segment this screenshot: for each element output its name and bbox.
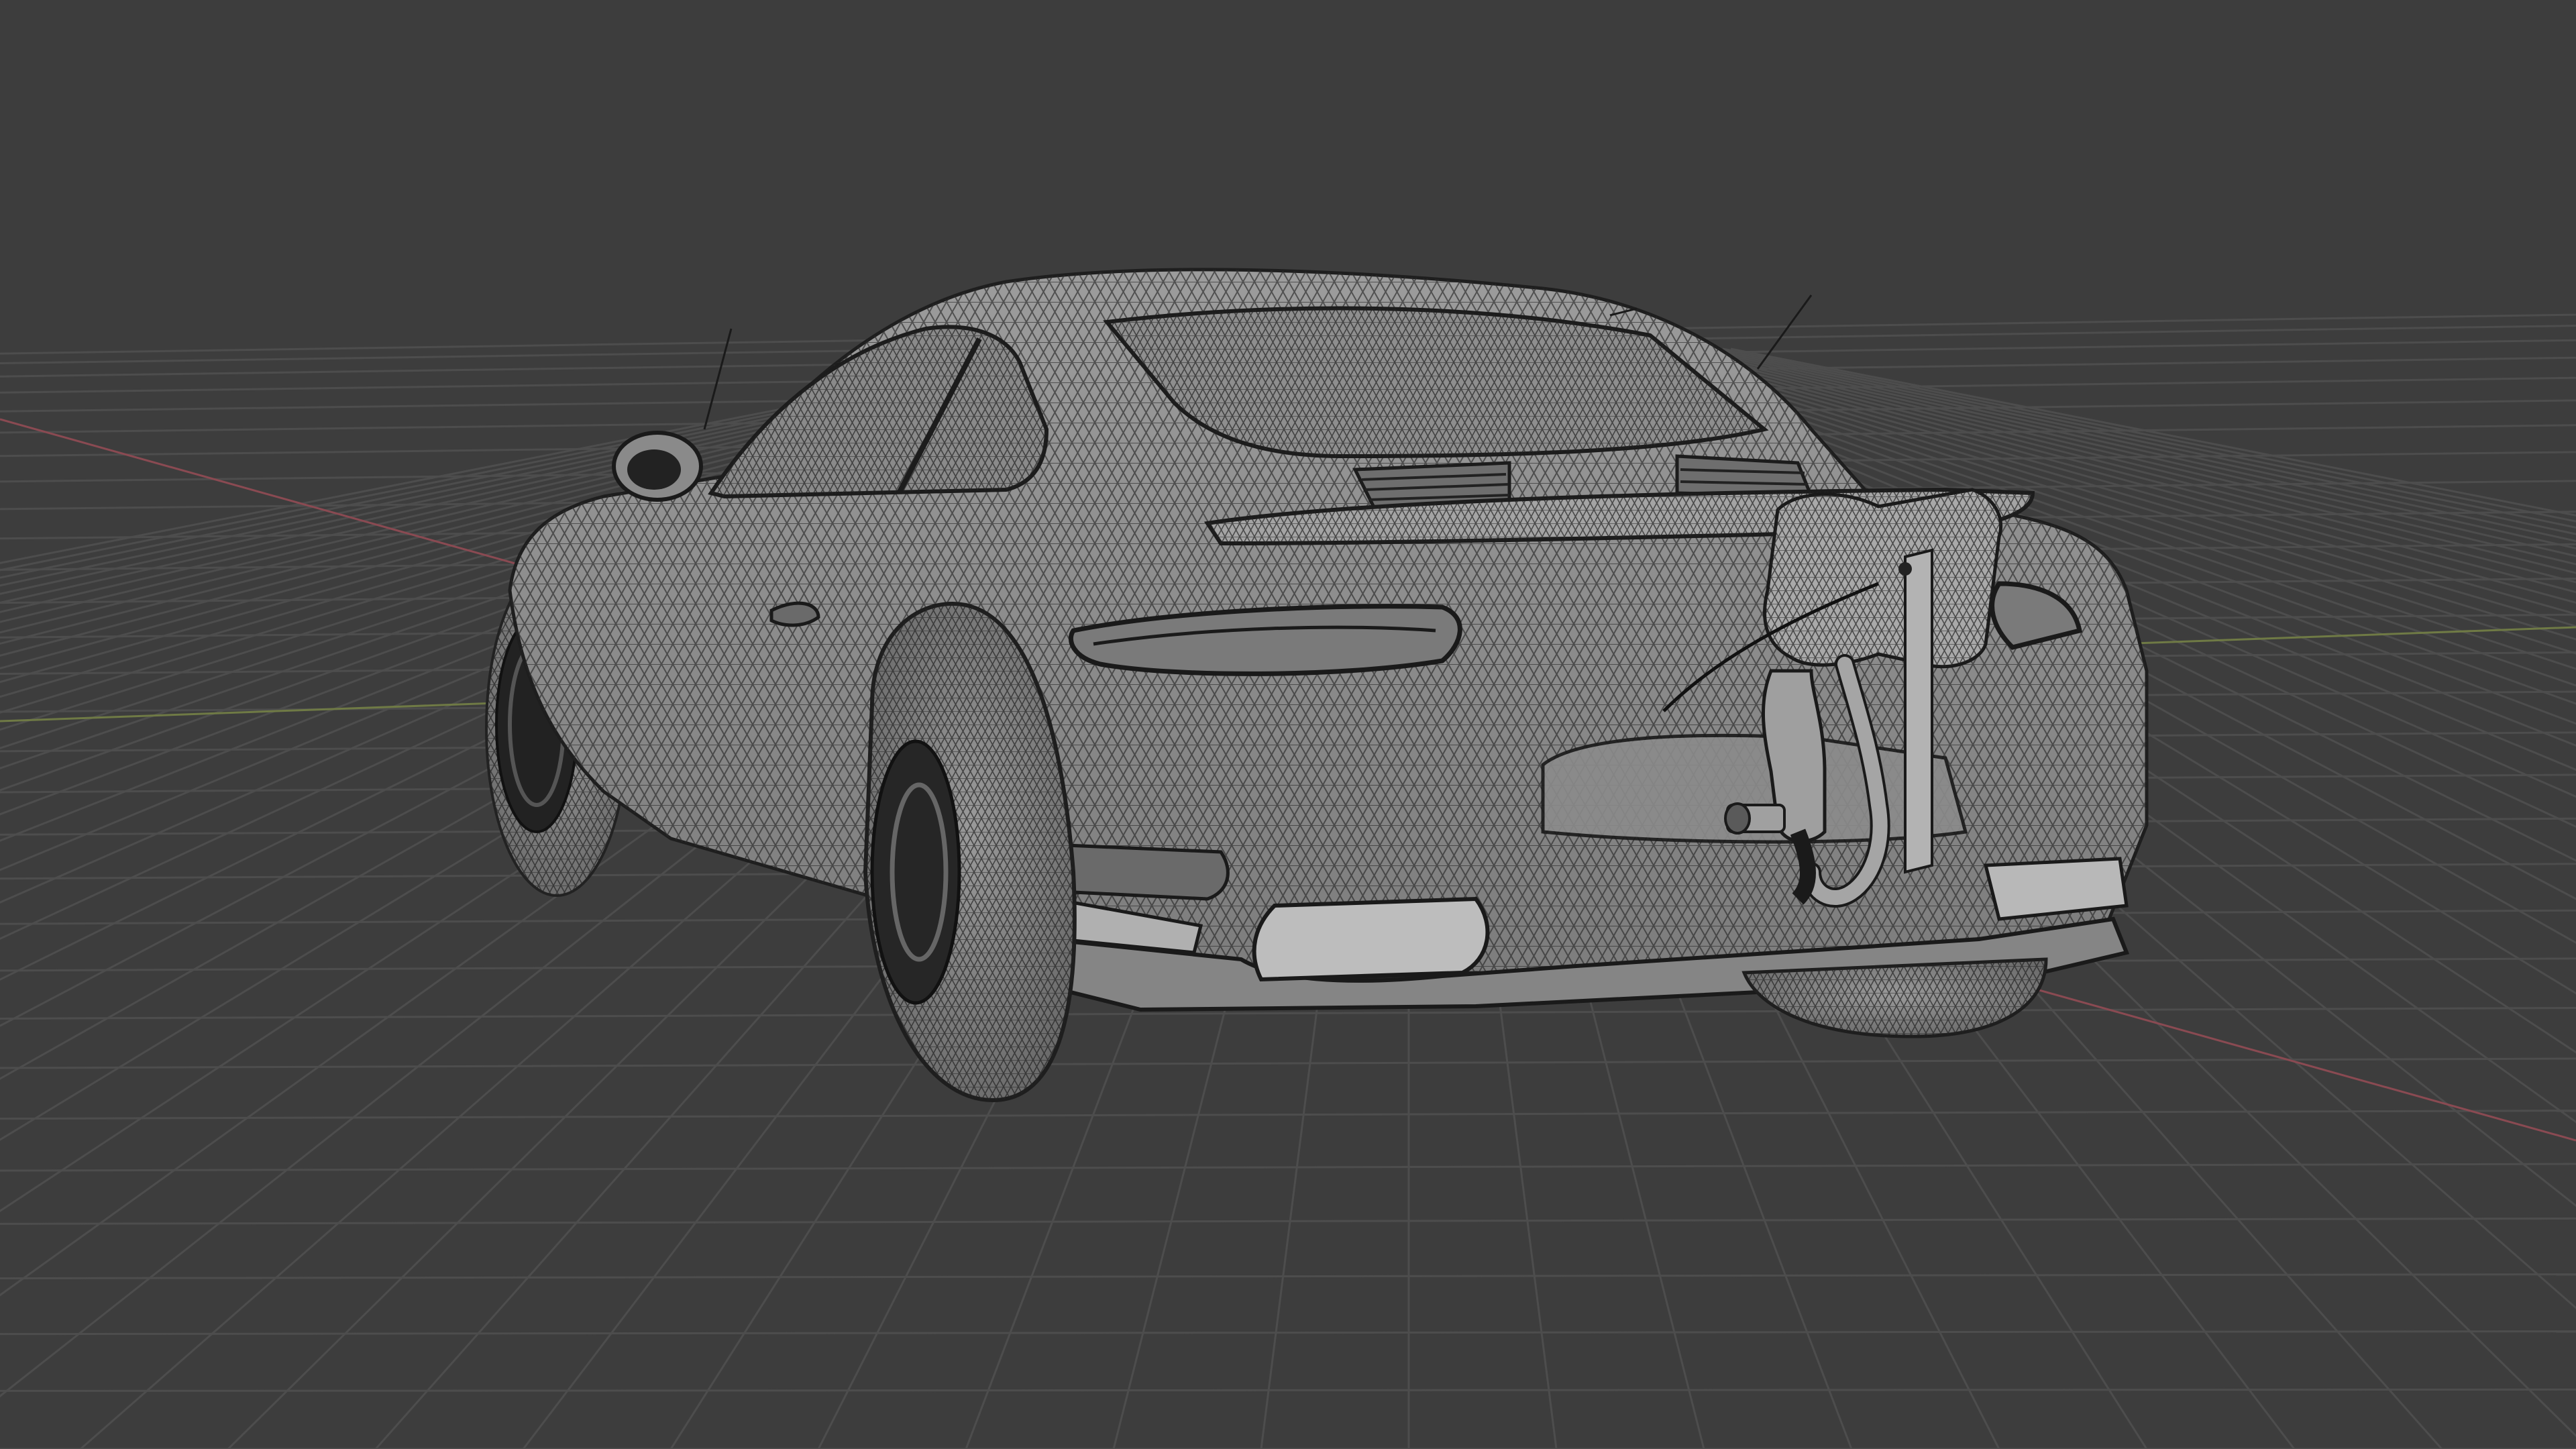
car-model[interactable] [485, 268, 2149, 1103]
grid-line [0, 1057, 2576, 1069]
side-mirror[interactable] [612, 431, 703, 502]
grid-line [0, 1388, 2576, 1392]
rear-right-wheel[interactable] [1741, 957, 2048, 1038]
grid-line [0, 1163, 2576, 1172]
grid-line [0, 1217, 2576, 1225]
grid-line [0, 1330, 2576, 1336]
viewport-canvas[interactable] [0, 0, 2576, 1449]
diffuser [1252, 896, 1490, 982]
door-handle [769, 601, 820, 627]
grid-line [0, 1110, 2576, 1120]
3d-viewport[interactable] [0, 0, 2576, 1449]
grid-line [0, 1273, 2576, 1280]
